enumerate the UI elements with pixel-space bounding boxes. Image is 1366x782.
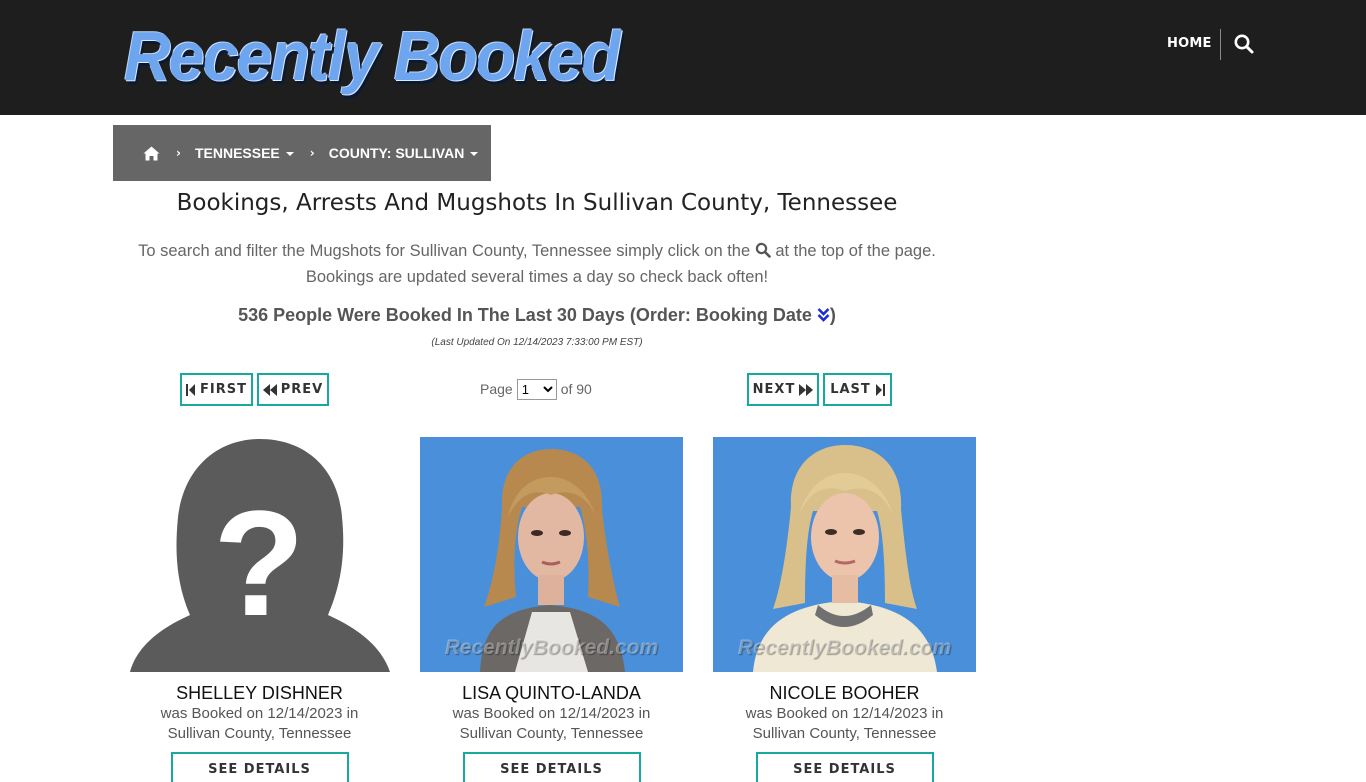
description-text-3: Bookings are updated several times a day…: [305, 268, 769, 286]
breadcrumb-county-label: COUNTY: SULLIVAN: [328, 145, 465, 161]
svg-text:?: ?: [213, 479, 305, 647]
booking-count-text: 536 People Were Booked In The Last 30 Da…: [238, 305, 812, 325]
page-selector: Page 1 of 90: [480, 378, 592, 400]
booking-card[interactable]: RecentlyBooked.com LISA QUINTO-LANDA was…: [420, 437, 683, 782]
last-page-button[interactable]: LAST: [823, 373, 892, 406]
fast-forward-icon: [799, 383, 814, 396]
first-page-label: FIRST: [200, 382, 247, 397]
booking-location: Sullivan County, Tennessee: [167, 725, 352, 742]
booking-count: 536 People Were Booked In The Last 30 Da…: [0, 305, 1074, 327]
sort-order-icon[interactable]: [817, 306, 830, 327]
site-header: Recently Booked HOME: [0, 0, 1366, 115]
prev-page-button[interactable]: PREV: [257, 373, 329, 406]
page-select[interactable]: 1: [516, 378, 557, 400]
home-icon[interactable]: [143, 146, 160, 161]
caret-down-icon: [285, 151, 294, 156]
search-icon[interactable]: [755, 242, 771, 260]
booking-date: was Booked on 12/14/2023 in: [160, 705, 359, 722]
booking-count-close: ): [829, 305, 836, 325]
description-text-2: at the top of the page.: [775, 242, 936, 260]
chevron-right-icon: ›: [309, 146, 315, 160]
breadcrumb: › TENNESSEE › COUNTY: SULLIVAN: [113, 125, 491, 181]
breadcrumb-state-label: TENNESSEE: [194, 145, 280, 161]
see-details-button[interactable]: SEE DETAILS: [170, 752, 349, 782]
mugshot-placeholder-image[interactable]: ?: [128, 437, 391, 672]
booking-location: Sullivan County, Tennessee: [459, 725, 644, 742]
mugshot-image[interactable]: RecentlyBooked.com: [420, 437, 683, 672]
first-page-button[interactable]: FIRST: [180, 373, 253, 406]
booking-date: was Booked on 12/14/2023 in: [452, 705, 651, 722]
rewind-icon: [262, 383, 277, 396]
breadcrumb-county-dropdown[interactable]: COUNTY: SULLIVAN: [329, 145, 479, 161]
booking-card[interactable]: ? SHELLEY DISHNER was Booked on 12/14/20…: [128, 437, 391, 782]
skip-start-icon: [186, 383, 196, 396]
nav-home-link[interactable]: HOME: [1167, 36, 1212, 51]
caret-down-icon: [470, 151, 479, 156]
booking-date: was Booked on 12/14/2023 in: [745, 705, 944, 722]
mugshot-image[interactable]: RecentlyBooked.com: [713, 437, 976, 672]
last-updated: (Last Updated On 12/14/2023 7:33:00 PM E…: [431, 337, 643, 348]
page-title: Bookings, Arrests And Mugshots In Sulliv…: [176, 190, 898, 216]
search-icon[interactable]: [1233, 33, 1255, 55]
prev-page-label: PREV: [280, 382, 324, 397]
last-page-label: LAST: [830, 382, 871, 397]
page-description: To search and filter the Mugshots for Su…: [0, 238, 1074, 290]
description-text-1: To search and filter the Mugshots for Su…: [138, 242, 751, 260]
next-page-button[interactable]: NEXT: [747, 373, 819, 406]
breadcrumb-state-dropdown[interactable]: TENNESSEE: [195, 145, 294, 161]
chevron-right-icon: ›: [176, 146, 181, 160]
watermark: RecentlyBooked.com: [737, 636, 952, 659]
see-details-button[interactable]: SEE DETAILS: [755, 752, 934, 782]
logo-text: Recently Booked: [124, 17, 621, 95]
inmate-name[interactable]: NICOLE BOOHER: [713, 683, 976, 704]
booking-location: Sullivan County, Tennessee: [752, 725, 937, 742]
nav-divider: [1220, 29, 1221, 60]
see-details-button[interactable]: SEE DETAILS: [462, 752, 641, 782]
skip-end-icon: [875, 383, 885, 396]
next-page-label: NEXT: [752, 382, 796, 397]
page-label: Page: [480, 381, 513, 397]
watermark: RecentlyBooked.com: [444, 636, 659, 659]
inmate-name[interactable]: LISA QUINTO-LANDA: [420, 683, 683, 704]
booking-card[interactable]: RecentlyBooked.com NICOLE BOOHER was Boo…: [713, 437, 976, 782]
inmate-name[interactable]: SHELLEY DISHNER: [128, 683, 391, 704]
site-logo[interactable]: Recently Booked: [124, 14, 621, 98]
page-total: of 90: [560, 381, 592, 397]
